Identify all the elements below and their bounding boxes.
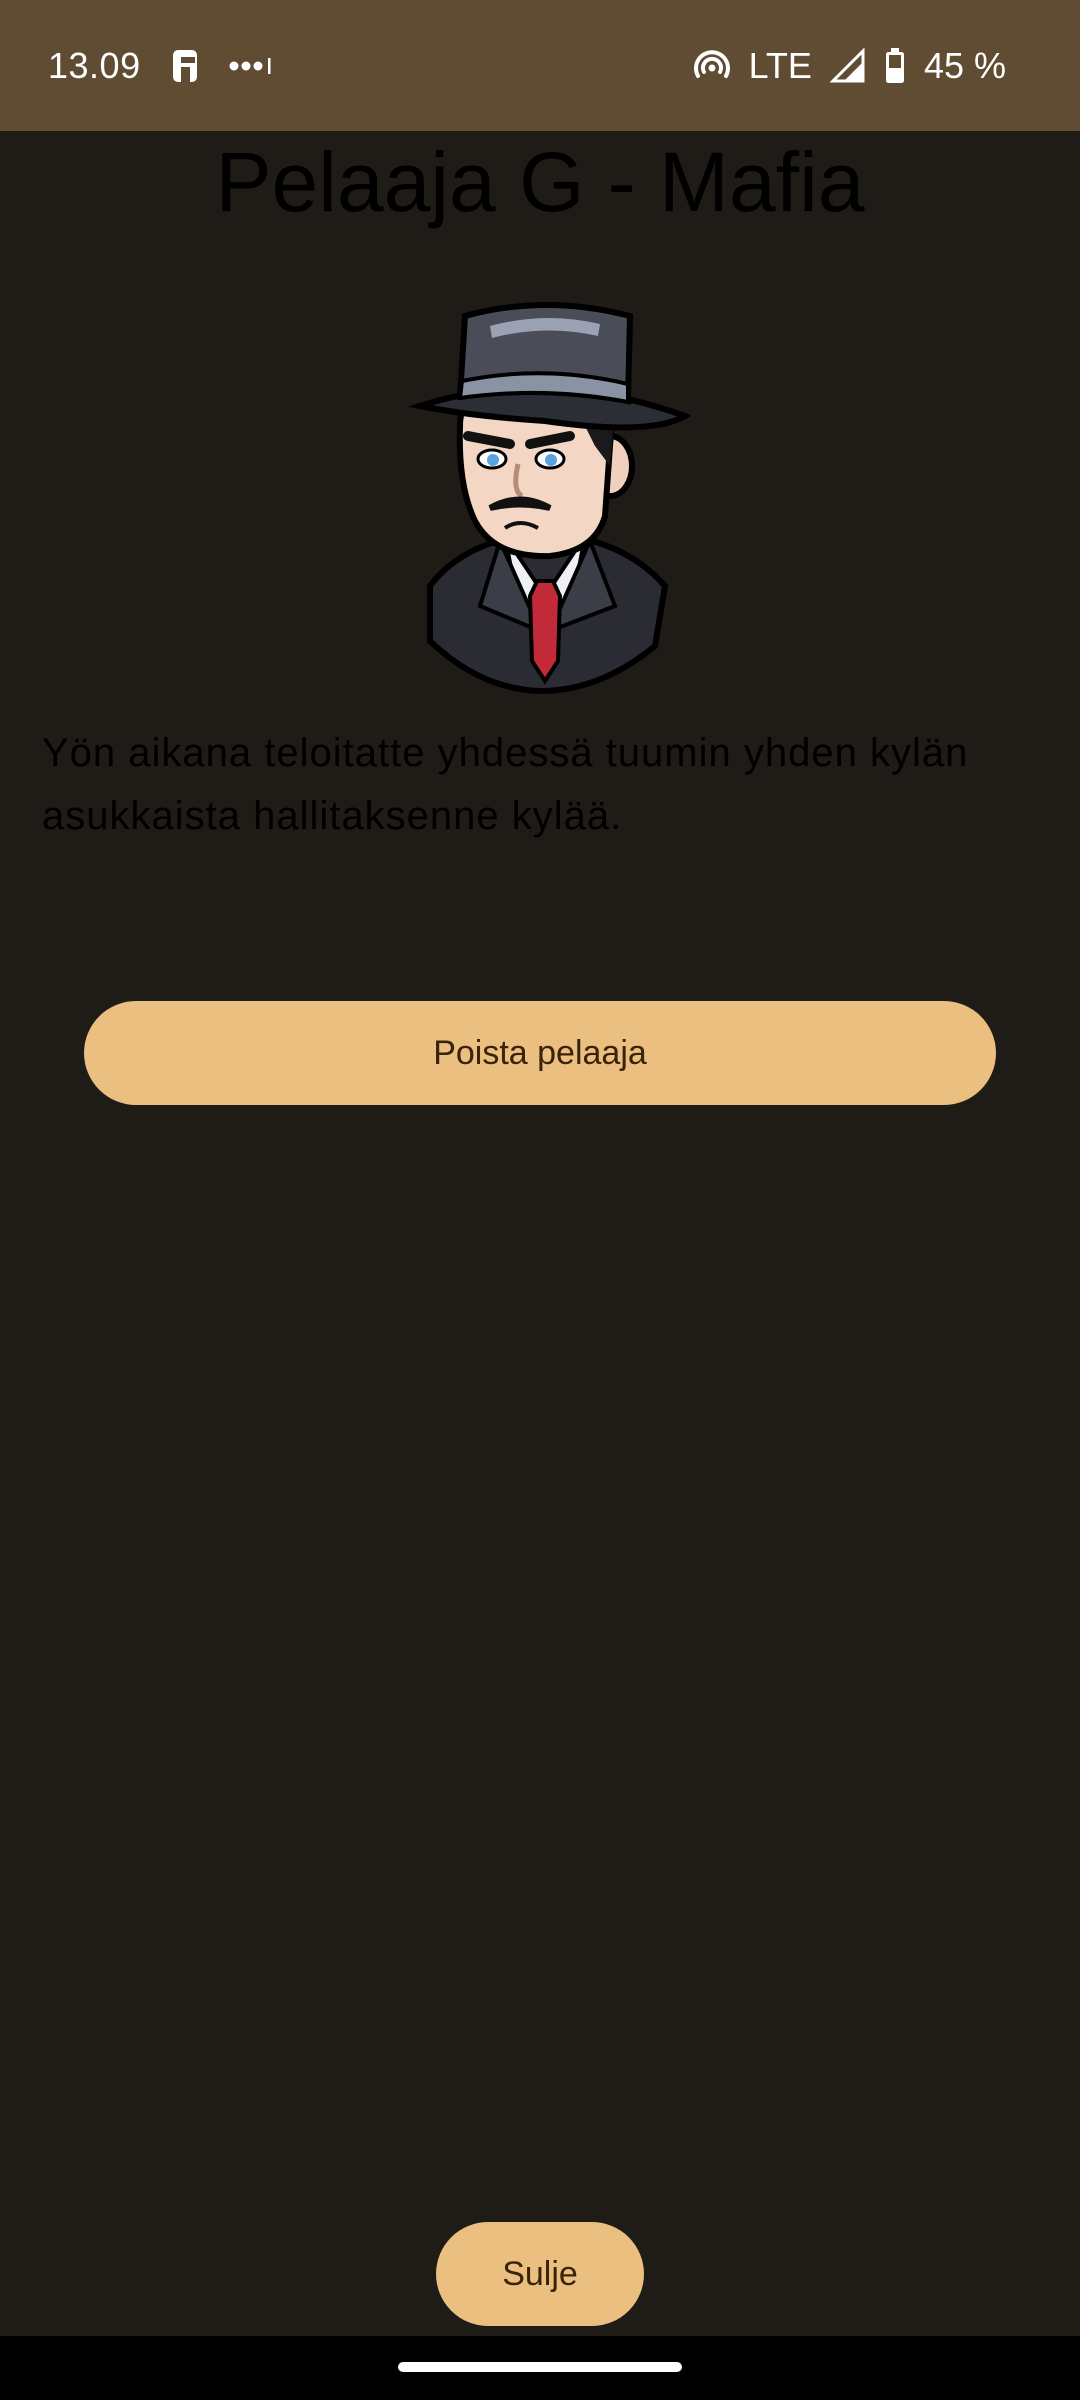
network-type: LTE [748,45,812,86]
mafia-character-icon [400,296,693,696]
status-left: 13.09 [48,40,273,92]
player-details-screen: 13.09 LTE 45 % Pelaaja G - Mafia Yön aik… [0,0,1080,2400]
battery-level: 45 % [923,45,1006,86]
role-description: Yön aikana teloitatte yhdessä tuumin yhd… [42,731,969,838]
app-notification-icon [171,48,199,84]
battery-icon [884,48,906,84]
signal-icon [829,48,866,84]
home-indicator[interactable] [398,2362,682,2372]
close-button[interactable]: Sulje [436,2222,644,2326]
status-right: LTE 45 % [693,40,1006,92]
page-title: Pelaaja G - Mafia [215,135,865,229]
hotspot-icon [693,48,731,84]
status-time: 13.09 [48,45,141,86]
remove-player-button[interactable]: Poista pelaaja [84,1001,996,1105]
more-notifications-icon [229,56,273,76]
status-bar: 13.09 LTE 45 % [0,0,1080,131]
